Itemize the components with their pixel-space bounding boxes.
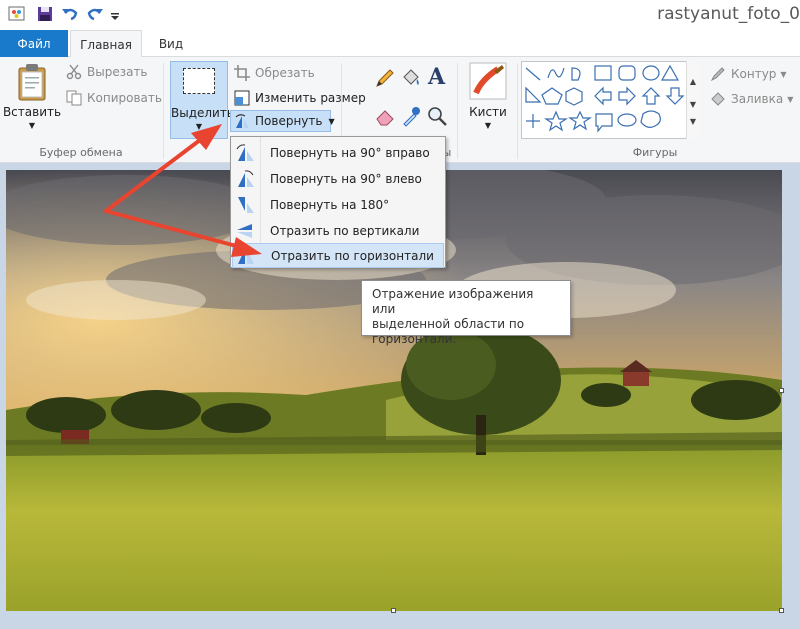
chevron-down-icon: ▼ [484, 121, 492, 130]
redo-icon[interactable] [86, 5, 104, 23]
fill-icon [711, 92, 725, 106]
crop-button[interactable]: Обрезать [234, 65, 315, 81]
resize-handle-right[interactable] [779, 388, 784, 393]
outline-button[interactable]: Контур ▼ [710, 66, 787, 82]
tab-home[interactable]: Главная [70, 30, 142, 58]
resize-button[interactable]: Изменить размер [234, 90, 366, 106]
text-tool-icon[interactable]: A [428, 64, 445, 90]
fill-shape-button[interactable]: Заливка ▼ [710, 91, 793, 107]
window-title: rastyanut_foto_0 [657, 4, 800, 24]
menu-item-label: Повернуть на 90° влево [270, 171, 422, 186]
title-bar: rastyanut_foto_0 [0, 0, 800, 30]
rotate-menu: Повернуть на 90° вправо Повернуть на 90°… [230, 136, 446, 268]
clipboard-group-label: Буфер обмена [39, 146, 123, 159]
pencil-icon [710, 67, 725, 82]
fill-label: Заливка [731, 92, 784, 106]
shapes-gallery[interactable] [521, 61, 699, 139]
crop-icon [234, 65, 250, 81]
rotate-right-icon [236, 143, 254, 161]
eraser-icon[interactable] [374, 105, 396, 127]
tooltip: Отражение изображения или выделенной обл… [361, 280, 571, 346]
menu-item-label: Повернуть на 90° вправо [270, 145, 430, 160]
rotate-button-content[interactable]: Повернуть ▼ [234, 113, 335, 129]
menu-item-label: Отразить по вертикали [270, 223, 420, 238]
shapes-scrollbar[interactable]: ▲ ▼ ▼ [686, 61, 699, 139]
shapes-grid [525, 64, 685, 133]
selection-icon [183, 68, 215, 94]
chevron-down-icon: ▼ [780, 69, 787, 79]
flip-vertical-icon [237, 223, 252, 238]
paste-button[interactable]: Вставить ▼ [2, 61, 62, 143]
tooltip-line: горизонтали. [372, 332, 457, 346]
paint-app-icon[interactable] [8, 5, 26, 23]
clipboard-icon [18, 64, 46, 101]
cut-label: Вырезать [87, 65, 148, 79]
paste-label: Вставить [2, 105, 62, 119]
save-icon[interactable] [36, 5, 54, 23]
group-separator [163, 63, 164, 159]
tooltip-line: выделенной области по [372, 317, 525, 331]
pencil-icon[interactable] [374, 67, 396, 89]
flip-horizontal-icon [238, 248, 254, 264]
cut-button[interactable]: Вырезать [66, 64, 148, 80]
color-picker-icon[interactable] [400, 105, 422, 127]
menu-item-label: Повернуть на 180° [270, 197, 390, 212]
fill-icon[interactable] [400, 67, 422, 89]
chevron-down-icon: ▼ [328, 116, 335, 126]
chevron-up-icon: ▲ [689, 77, 697, 86]
select-label: Выделить [171, 106, 234, 120]
chevron-down-icon: ▼ [689, 100, 697, 109]
group-separator [517, 63, 518, 159]
menu-item-flip-horizontal[interactable]: Отразить по горизонтали [232, 243, 444, 268]
tooltip-line: Отражение изображения или [372, 287, 534, 316]
rotate-label: Повернуть [255, 114, 323, 128]
tab-file[interactable]: Файл [0, 30, 68, 57]
customize-toolbar-icon[interactable] [110, 5, 120, 23]
group-separator [457, 63, 458, 159]
brushes-label: Кисти [469, 105, 507, 119]
brushes-button[interactable]: Кисти ▼ [463, 61, 513, 141]
tab-view[interactable]: Вид [148, 30, 194, 58]
expand-gallery-icon: ▼ [689, 117, 697, 126]
rotate-left-icon [238, 169, 254, 187]
menu-item-rotate-left-90[interactable]: Повернуть на 90° влево [232, 166, 444, 191]
ribbon-tabs: Файл Главная Вид [0, 30, 800, 58]
magnifier-icon[interactable] [426, 105, 448, 127]
resize-handle-bottom[interactable] [391, 608, 396, 613]
chevron-down-icon: ▼ [787, 94, 794, 104]
rotate-180-icon [238, 196, 254, 213]
outline-label: Контур [731, 67, 777, 81]
menu-item-rotate-180[interactable]: Повернуть на 180° [232, 192, 444, 217]
copy-icon [66, 90, 82, 106]
menu-item-flip-vertical[interactable]: Отразить по вертикали [232, 218, 444, 243]
chevron-down-icon: ▼ [195, 122, 203, 131]
copy-button[interactable]: Копировать [66, 90, 162, 106]
chevron-down-icon: ▼ [28, 121, 36, 130]
resize-label: Изменить размер [255, 91, 366, 105]
rotate-icon [235, 114, 249, 128]
shapes-group-label: Фигуры [632, 146, 678, 159]
resize-icon [234, 90, 250, 106]
scissors-icon [66, 64, 82, 80]
undo-icon[interactable] [61, 5, 79, 23]
copy-label: Копировать [87, 91, 162, 105]
resize-handle-corner[interactable] [779, 608, 784, 613]
crop-label: Обрезать [255, 66, 315, 80]
menu-item-rotate-right-90[interactable]: Повернуть на 90° вправо [232, 140, 444, 165]
select-button[interactable]: Выделить ▼ [170, 61, 234, 139]
menu-item-label: Отразить по горизонтали [271, 248, 434, 263]
brush-icon [469, 62, 507, 100]
